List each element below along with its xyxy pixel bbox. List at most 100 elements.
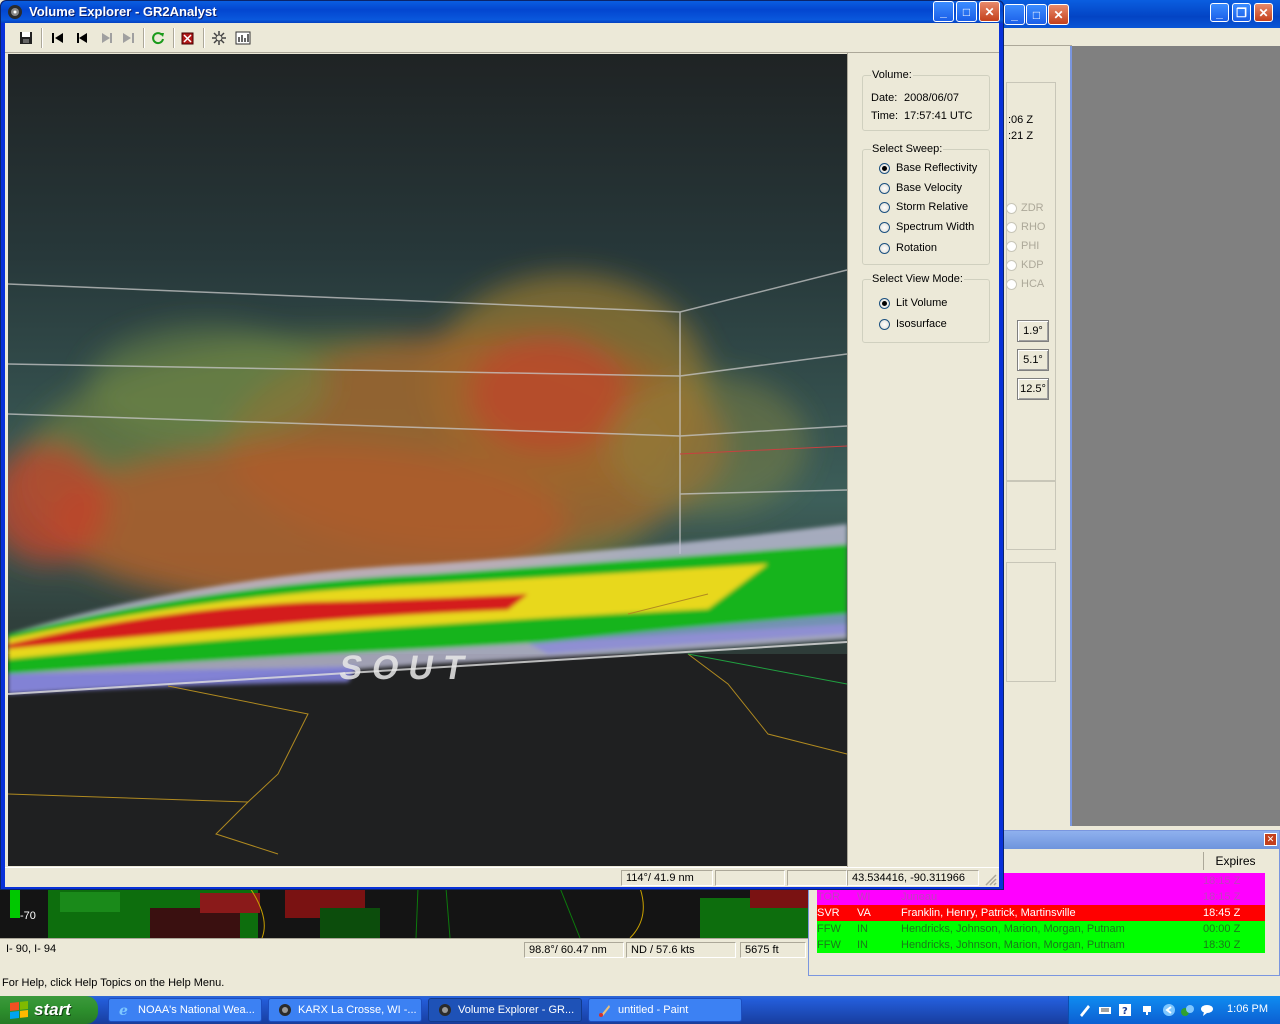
product-label: HCA <box>1021 278 1045 290</box>
back-arrow-icon[interactable] <box>1161 1002 1177 1018</box>
keyboard-icon[interactable] <box>1097 1002 1113 1018</box>
sweep-option-label: Spectrum Width <box>896 221 975 233</box>
paint-icon <box>597 1002 613 1018</box>
network-icon[interactable] <box>1139 1002 1155 1018</box>
warning-type: TOR <box>817 891 841 903</box>
task-label: KARX La Crosse, WI -... <box>298 1004 417 1016</box>
volume-legend: Volume: <box>871 69 913 81</box>
previous-frame-icon[interactable] <box>71 27 93 49</box>
export-icon[interactable] <box>177 27 199 49</box>
sweep-radio-base-velocity[interactable]: Base Velocity <box>879 182 962 194</box>
time-label: Time: <box>871 110 899 122</box>
chart-icon[interactable] <box>232 27 254 49</box>
system-tray: ? 1:06 PM <box>1068 996 1280 1024</box>
product-radio-phi[interactable]: PHI <box>1006 240 1039 252</box>
close-icon[interactable]: ✕ <box>979 1 1000 22</box>
product-radio-zdr[interactable]: ZDR <box>1006 202 1044 214</box>
close-icon[interactable]: ✕ <box>1254 3 1273 22</box>
taskbar-item-volume-explorer[interactable]: Volume Explorer - GR... <box>428 998 582 1022</box>
clock: 1:06 PM <box>1227 1003 1268 1015</box>
restore-icon[interactable]: ❐ <box>1232 3 1251 22</box>
view-mode-radio-isosurface[interactable]: Isosurface <box>879 318 947 330</box>
ie-icon: e <box>117 1002 133 1018</box>
taskbar-item-karx[interactable]: KARX La Crosse, WI -... <box>268 998 422 1022</box>
first-frame-icon[interactable] <box>47 27 69 49</box>
product-label: ZDR <box>1021 202 1044 214</box>
volume-explorer-statusbar: 114°/ 41.9 nm 43.534416, -90.311966 <box>5 867 999 887</box>
maximize-icon[interactable]: □ <box>956 1 977 22</box>
velocity-readout: ND / 57.6 kts <box>626 942 736 958</box>
last-frame-icon[interactable] <box>117 27 139 49</box>
volume-explorer-window: Volume Explorer - GR2Analyst _ □ ✕ SOUT … <box>0 0 1004 890</box>
warning-expires: 00:00 Z <box>1203 923 1241 935</box>
minimize-icon[interactable]: _ <box>1210 3 1229 22</box>
product-radio-hca[interactable]: HCA <box>1006 278 1044 290</box>
background-statusbar: I- 90, I- 94 98.8°/ 60.47 nm ND / 57.6 k… <box>0 938 808 960</box>
product-radio-kdp[interactable]: KDP <box>1006 259 1044 271</box>
volume-groupbox: Volume: Date: 2008/06/07 Time: 17:57:41 UT… <box>862 69 990 131</box>
resize-grip-icon[interactable] <box>983 872 997 886</box>
task-label: untitled - Paint <box>618 1004 689 1016</box>
settings-icon[interactable] <box>208 27 230 49</box>
sweep-radio-rotation[interactable]: Rotation <box>879 242 937 254</box>
maximize-icon[interactable]: □ <box>1026 4 1047 25</box>
warning-row[interactable]: SVR VA Franklin, Henry, Patrick, Martinsvi… <box>817 905 1265 921</box>
tilt-button[interactable]: 1.9° <box>1017 320 1049 342</box>
3d-radar-viewport[interactable]: SOUT <box>8 54 847 866</box>
help-icon[interactable]: ? <box>1117 1002 1133 1018</box>
sweep-radio-storm-relative[interactable]: Storm Relative <box>879 201 968 213</box>
toolbar-separator <box>41 28 43 48</box>
windows-flag-icon <box>10 1001 28 1019</box>
task-label: NOAA's National Wea... <box>138 1004 255 1016</box>
expires-column-header[interactable]: Expires <box>1203 852 1267 870</box>
gr-app-icon <box>8 5 22 19</box>
close-icon[interactable]: ✕ <box>1264 833 1277 846</box>
close-icon[interactable]: ✕ <box>1048 4 1069 25</box>
sweep-legend: Select Sweep: <box>871 143 944 155</box>
help-status-text: For Help, click Help Topics on the Help … <box>2 977 225 989</box>
warning-row[interactable]: TOR WI Juneau 18:15 Z <box>817 889 1265 905</box>
color-scale-label: -70 <box>20 910 36 922</box>
toolbar-separator <box>173 28 175 48</box>
tilt-button[interactable]: 12.5° <box>1017 378 1049 400</box>
background-groupbox <box>1006 480 1056 550</box>
minimize-icon[interactable]: _ <box>1004 4 1025 25</box>
date-value: 2008/06/07 <box>904 92 960 104</box>
save-icon[interactable] <box>15 27 37 49</box>
security-icon[interactable] <box>1179 1002 1195 1018</box>
tilt-button[interactable]: 5.1° <box>1017 349 1049 371</box>
minimize-icon[interactable]: _ <box>933 1 954 22</box>
message-icon[interactable] <box>1199 1002 1215 1018</box>
3d-volume-render: SOUT <box>8 54 847 866</box>
task-label: Volume Explorer - GR... <box>458 1004 575 1016</box>
date-label: Date: <box>871 92 898 104</box>
start-button[interactable]: start <box>0 996 98 1024</box>
sweep-option-label: Storm Relative <box>896 201 969 213</box>
warning-row[interactable]: FFW IN Hendricks, Johnson, Marion, Morgan,… <box>817 937 1265 953</box>
azimuth-range-readout: 114°/ 41.9 nm <box>621 870 713 886</box>
warning-counties: Hendricks, Johnson, Marion, Morgan, Putn… <box>901 923 1125 935</box>
warning-state: WI <box>857 891 871 903</box>
taskbar-item-noaa[interactable]: e NOAA's National Wea... <box>108 998 262 1022</box>
refresh-icon[interactable] <box>147 27 169 49</box>
radio-selected-icon <box>879 297 890 309</box>
warning-state: IN <box>857 923 868 935</box>
taskbar: start e NOAA's National Wea... KARX La C… <box>0 996 1280 1024</box>
product-label: PHI <box>1021 240 1040 252</box>
warning-row[interactable]: FFW IN Hendricks, Johnson, Marion, Morgan,… <box>817 921 1265 937</box>
sweep-radio-base-reflectivity[interactable]: Base Reflectivity <box>879 162 977 174</box>
time-fragment: :06 Z <box>1008 114 1034 126</box>
background-menu-strip <box>1000 28 1072 46</box>
background-radar-image <box>10 888 808 938</box>
product-radio-rho[interactable]: RHO <box>1006 221 1045 233</box>
product-label: RHO <box>1021 221 1046 233</box>
warning-expires: 18:45 Z <box>1203 907 1241 919</box>
sweep-radio-spectrum-width[interactable]: Spectrum Width <box>879 221 974 233</box>
view-mode-option-label: Isosurface <box>896 318 947 330</box>
pen-icon[interactable] <box>1077 1002 1093 1018</box>
play-icon[interactable] <box>95 27 117 49</box>
taskbar-item-paint[interactable]: untitled - Paint <box>588 998 742 1022</box>
view-mode-radio-lit-volume[interactable]: Lit Volume <box>879 297 947 309</box>
svg-text:?: ? <box>1122 1006 1128 1017</box>
volume-explorer-titlebar[interactable]: Volume Explorer - GR2Analyst _ □ ✕ <box>1 1 1003 23</box>
